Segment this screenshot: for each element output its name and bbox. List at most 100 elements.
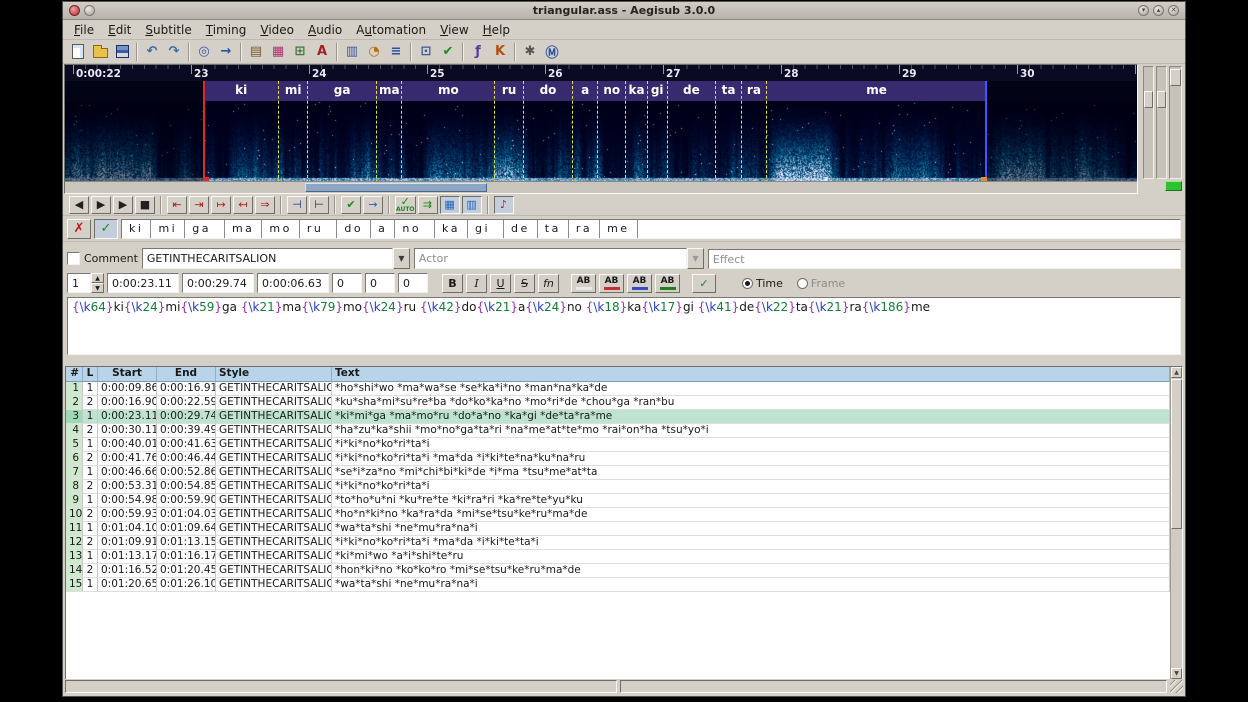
subtitle-row-9[interactable]: 910:00:54.980:00:59.90GETINTHECARITSALIO… (66, 494, 1170, 508)
shift-times-icon[interactable]: ◔ (363, 42, 385, 62)
text-cell[interactable]: *ha*zu*ka*shii *mo*no*ga*ta*ri *na*me*at… (332, 424, 1170, 438)
grid-header-end[interactable]: End (157, 367, 216, 382)
subtitle-row-7[interactable]: 710:00:46.660:00:52.86GETINTHECARITSALIO… (66, 466, 1170, 480)
end-time-cell[interactable]: 0:01:13.15 (157, 536, 216, 550)
start-time-cell[interactable]: 0:01:13.17 (98, 550, 157, 564)
play-first-500ms-button[interactable]: ↦ (211, 196, 231, 214)
style-cell[interactable]: GETINTHECARITSALION (216, 508, 332, 522)
audio-syllable-ma[interactable]: ma (377, 81, 402, 183)
row-number-cell[interactable]: 9 (66, 494, 83, 508)
audio-syllable-ta[interactable]: ta (716, 81, 742, 183)
audio-syllable-ga[interactable]: ga (308, 81, 378, 183)
layer-cell[interactable]: 1 (83, 550, 98, 564)
text-cell[interactable]: *hon*ki*no *ko*ko*ro *mi*se*tsu*ke*ru*ma… (332, 564, 1170, 578)
layer-cell[interactable]: 1 (83, 438, 98, 452)
end-time-cell[interactable]: 0:00:41.63 (157, 438, 216, 452)
start-time-cell[interactable]: 0:00:16.90 (98, 396, 157, 410)
menu-edit[interactable]: Edit (101, 21, 138, 39)
layer-cell[interactable]: 2 (83, 424, 98, 438)
style-cell[interactable]: GETINTHECARITSALION (216, 396, 332, 410)
style-cell[interactable]: GETINTHECARITSALION (216, 452, 332, 466)
style-cell[interactable]: GETINTHECARITSALION (216, 424, 332, 438)
spectrum-mode-toggle[interactable]: ▦ (440, 196, 460, 214)
audio-syllable-gi[interactable]: gi (648, 81, 668, 183)
audio-syllable-ka[interactable]: ka (626, 81, 647, 183)
fonts-collector-icon[interactable]: A (311, 42, 333, 62)
go-to-selection-button[interactable]: → (363, 196, 383, 214)
text-cell[interactable]: *wa*ta*shi *ne*mu*ra*na*i (332, 522, 1170, 536)
karaoke-mode-toggle[interactable]: ♪ (494, 196, 514, 214)
volume-slider[interactable] (1169, 66, 1182, 179)
subtitle-row-1[interactable]: 110:00:09.860:00:16.91GETINTHECARITSALIO… (66, 382, 1170, 396)
actor-dropdown-icon[interactable]: ▼ (687, 248, 704, 269)
menu-audio[interactable]: Audio (301, 21, 349, 39)
audio-timeline[interactable]: 0:00:222324252627282930 (65, 65, 1137, 81)
row-number-cell[interactable]: 6 (66, 452, 83, 466)
text-cell[interactable]: *se*i*za*no *mi*chi*bi*ki*de *i*ma *tsu*… (332, 466, 1170, 480)
subtitle-row-3[interactable]: 310:00:23.110:00:29.74GETINTHECARITSALIO… (66, 410, 1170, 424)
row-number-cell[interactable]: 8 (66, 480, 83, 494)
audio-syllable-mo[interactable]: mo (402, 81, 495, 183)
horizontal-zoom-slider[interactable] (1143, 66, 1154, 179)
play-to-end-button[interactable]: ⇒ (255, 196, 275, 214)
karaoke-syllable-me[interactable]: me (600, 220, 637, 238)
audio-syllable-me[interactable]: me (767, 81, 986, 183)
automation-icon[interactable]: ƒ (467, 42, 489, 62)
end-time-cell[interactable]: 0:00:52.86 (157, 466, 216, 480)
row-number-cell[interactable]: 13 (66, 550, 83, 564)
layer-cell[interactable]: 1 (83, 522, 98, 536)
end-time-cell[interactable]: 0:01:09.64 (157, 522, 216, 536)
horizontal-zoom-handle[interactable] (1144, 91, 1153, 108)
close-button[interactable]: ✕ (1168, 5, 1179, 16)
start-time-cell[interactable]: 0:00:41.76 (98, 452, 157, 466)
vertical-zoom-slider[interactable] (1156, 66, 1167, 179)
audio-syllable-ru[interactable]: ru (495, 81, 523, 183)
menu-subtitle[interactable]: Subtitle (138, 21, 198, 39)
menu-timing[interactable]: Timing (199, 21, 254, 39)
audio-scrollbar-thumb[interactable] (305, 183, 487, 192)
time-radio-label[interactable]: Time (756, 277, 783, 290)
text-cell[interactable]: *to*ho*u*ni *ku*re*te *ki*ra*ri *ka*re*t… (332, 494, 1170, 508)
start-time-cell[interactable]: 0:00:40.01 (98, 438, 157, 452)
style-dropdown-icon[interactable]: ▼ (393, 248, 410, 269)
outline-color-button[interactable]: AB (627, 274, 652, 293)
audio-syllable-ki[interactable]: ki (204, 81, 280, 183)
end-time-cell[interactable]: 0:00:39.49 (157, 424, 216, 438)
commit-button-edit[interactable]: ✓ (692, 274, 716, 293)
subtitle-row-10[interactable]: 1020:00:59.930:01:04.03GETINTHECARITSALI… (66, 508, 1170, 522)
duration-field[interactable]: 0:00:06.63 (257, 273, 329, 293)
karaoke-syllable-ma[interactable]: ma (225, 220, 262, 238)
style-cell[interactable]: GETINTHECARITSALION (216, 466, 332, 480)
karaoke-syllable-gi[interactable]: gi (468, 220, 504, 238)
row-number-cell[interactable]: 14 (66, 564, 83, 578)
subtitle-row-12[interactable]: 1220:01:09.910:01:13.15GETINTHECARITSALI… (66, 536, 1170, 550)
subtitle-row-2[interactable]: 220:00:16.900:00:22.59GETINTHECARITSALIO… (66, 396, 1170, 410)
karaoke-syllable-ga[interactable]: ga (185, 220, 225, 238)
layer-cell[interactable]: 1 (83, 578, 98, 592)
layer-cell[interactable]: 2 (83, 396, 98, 410)
play-selection-button[interactable]: ▶ (113, 196, 133, 214)
start-time-cell[interactable]: 0:01:16.52 (98, 564, 157, 578)
karaoke-syllable-ra[interactable]: ra (569, 220, 600, 238)
grid-scrollbar-thumb[interactable] (1171, 379, 1182, 529)
subtitle-text-editor[interactable]: {\k64}ki{\k24}mi{\k59}ga {\k21}ma{\k79}m… (67, 297, 1181, 355)
end-time-cell[interactable]: 0:00:29.74 (157, 410, 216, 424)
karaoke-syllable-ka[interactable]: ka (435, 220, 468, 238)
play-500ms-before-button[interactable]: ⇤ (167, 196, 187, 214)
select-lines-icon[interactable]: ▥ (341, 42, 363, 62)
options-icon[interactable]: ✱ (519, 42, 541, 62)
new-subtitles-icon[interactable] (67, 42, 89, 62)
style-cell[interactable]: GETINTHECARITSALION (216, 564, 332, 578)
karaoke-syllable-a[interactable]: a (371, 220, 395, 238)
end-time-cell[interactable]: 0:00:59.90 (157, 494, 216, 508)
undo-icon[interactable]: ↶ (141, 42, 163, 62)
layer-cell[interactable]: 1 (83, 410, 98, 424)
start-time-cell[interactable]: 0:00:59.93 (98, 508, 157, 522)
spell-checker-icon[interactable]: ✔ (437, 42, 459, 62)
auto-commit-toggle[interactable]: ✓AUTO (395, 196, 416, 214)
end-time-cell[interactable]: 0:01:26.10 (157, 578, 216, 592)
time-radio[interactable] (742, 278, 753, 289)
play-500ms-after-button[interactable]: ⇥ (189, 196, 209, 214)
save-subtitles-icon[interactable] (111, 42, 133, 62)
margin-vertical-field[interactable]: 0 (398, 273, 428, 293)
